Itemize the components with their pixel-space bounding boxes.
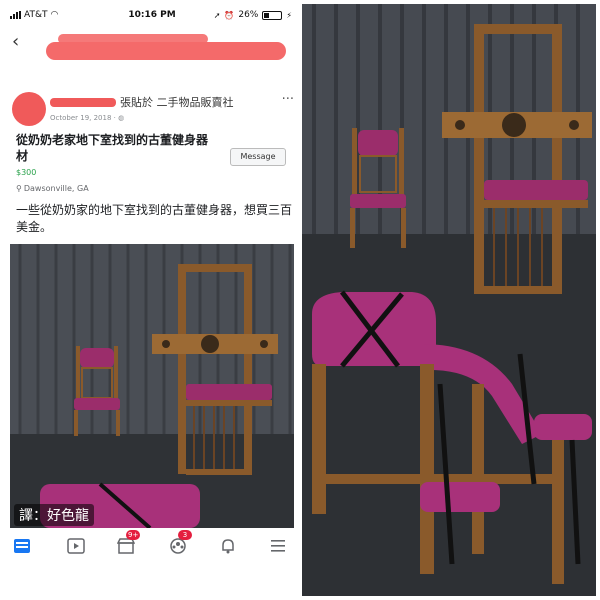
equipment-photo-illustration [10, 244, 294, 528]
chevron-left-icon[interactable]: ‹ [12, 32, 19, 52]
groups-icon[interactable]: 3 [166, 530, 192, 558]
news-feed-icon[interactable] [10, 534, 34, 558]
translator-watermark: 譯：好色龍 [14, 504, 94, 526]
video-icon[interactable] [64, 534, 88, 558]
post-date-text: October 19, 2018 · [50, 114, 119, 122]
equipment-closeup-photo [302, 4, 596, 596]
equipment-closeup-illustration [302, 4, 596, 596]
location-pin-icon: ⚲ [16, 184, 22, 193]
globe-icon: ◍ [118, 114, 125, 122]
more-options-icon[interactable]: ··· [282, 92, 294, 107]
listing-location: ⚲ Dawsonville, GA [16, 184, 89, 193]
redacted-author-name [50, 98, 116, 107]
charging-icon: ⚡ [286, 10, 292, 20]
marketplace-icon[interactable]: 9+ [114, 530, 141, 558]
avatar[interactable] [12, 92, 46, 126]
redaction-bar [46, 42, 286, 60]
listing-description: 一些從奶奶家的地下室找到的古董健身器，想買三百美金。 [16, 203, 293, 234]
listing-title: 從奶奶老家地下室找到的古董健身器材 [16, 133, 209, 163]
post-date: October 19, 2018 · ◍ [50, 114, 124, 122]
location-text: Dawsonville, GA [23, 184, 89, 193]
bottom-tab-bar: 9+ 3 [4, 530, 300, 562]
location-arrow-icon: ➚ [213, 10, 221, 20]
alarm-icon: ⏰ [224, 10, 235, 20]
notifications-icon[interactable] [216, 534, 240, 558]
listing-price: $300 [16, 168, 37, 177]
battery-percent: 26% [238, 10, 259, 20]
menu-icon[interactable] [266, 534, 290, 558]
groups-badge: 3 [178, 530, 192, 540]
status-bar: AT&T ◠ 10:16 PM ➚ ⏰ 26% ⚡ [4, 4, 300, 26]
posted-in-group[interactable]: 張貼於 二手物品販賣社 [120, 94, 234, 110]
post-header: 張貼於 二手物品販賣社 ··· October 19, 2018 · ◍ [4, 92, 300, 130]
marketplace-post-screenshot: AT&T ◠ 10:16 PM ➚ ⏰ 26% ⚡ ‹ 張貼於 二手物品販賣社 … [4, 4, 300, 596]
marketplace-badge: 9+ [126, 530, 141, 540]
status-right: ➚ ⏰ 26% ⚡ [214, 10, 292, 20]
listing-photo[interactable] [10, 244, 294, 528]
battery-icon [262, 10, 283, 20]
message-button[interactable]: Message [230, 148, 286, 166]
